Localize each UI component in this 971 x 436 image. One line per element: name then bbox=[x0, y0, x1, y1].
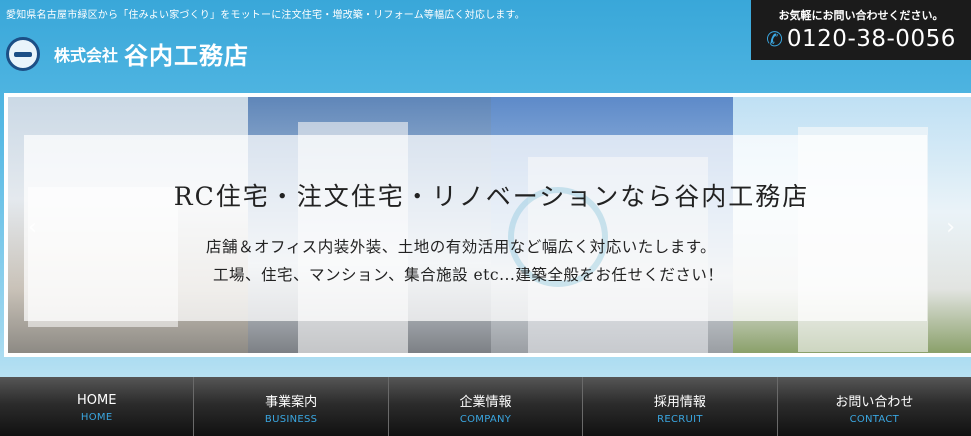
hero-subline-1: 店舗＆オフィス内装外装、土地の有効活用など幅広く対応いたします。 bbox=[206, 238, 717, 256]
company-logo-icon bbox=[6, 36, 40, 71]
slider-prev-icon[interactable]: ‹ bbox=[28, 215, 37, 240]
nav-label-ja: お問い合わせ bbox=[835, 394, 914, 410]
nav-label-ja: 事業案内 bbox=[265, 394, 318, 410]
site-logo[interactable]: 株式会社 谷内工務店 bbox=[6, 36, 249, 71]
contact-box: お気軽にお問い合わせください。 ✆ 0120-38-0056 bbox=[751, 0, 971, 60]
nav-item-home[interactable]: HOME HOME bbox=[0, 377, 195, 436]
nav-label-en: BUSINESS bbox=[264, 413, 318, 425]
nav-label-en: HOME bbox=[80, 411, 113, 423]
hero-subline-2: 工場、住宅、マンション、集合施設 etc...建築全般をお任せください！ bbox=[213, 266, 724, 284]
nav-label-en: CONTACT bbox=[849, 413, 900, 425]
site-tagline: 愛知県名古屋市緑区から「住みよい家づくり」をモットーに注文住宅・増改築・リフォー… bbox=[6, 10, 525, 21]
company-prefix: 株式会社 bbox=[54, 45, 119, 65]
nav-item-company[interactable]: 企業情報 COMPANY bbox=[389, 377, 584, 436]
nav-label-ja: 採用情報 bbox=[653, 394, 706, 410]
nav-item-contact[interactable]: お問い合わせ CONTACT bbox=[778, 377, 971, 436]
phone-number[interactable]: 0120-38-0056 bbox=[787, 26, 956, 52]
main-nav: HOME HOME 事業案内 BUSINESS 企業情報 COMPANY 採用情… bbox=[0, 377, 971, 436]
hero-slider: RC住宅・注文住宅・リノベーションなら谷内工務店 店舗＆オフィス内装外装、土地の… bbox=[4, 93, 971, 357]
company-name: 谷内工務店 bbox=[124, 42, 250, 70]
hero-headline: RC住宅・注文住宅・リノベーションなら谷内工務店 bbox=[173, 182, 810, 211]
nav-item-recruit[interactable]: 採用情報 RECRUIT bbox=[583, 377, 778, 436]
nav-label-ja: HOME bbox=[76, 392, 117, 408]
nav-label-en: RECRUIT bbox=[657, 413, 703, 425]
nav-label-ja: 企業情報 bbox=[459, 394, 512, 410]
phone-icon: ✆ bbox=[766, 27, 783, 51]
contact-label: お気軽にお問い合わせください。 bbox=[778, 9, 944, 22]
nav-item-business[interactable]: 事業案内 BUSINESS bbox=[194, 377, 389, 436]
nav-label-en: COMPANY bbox=[459, 413, 512, 425]
slider-next-icon[interactable]: › bbox=[946, 215, 955, 240]
phone-link[interactable]: ✆ 0120-38-0056 bbox=[751, 26, 971, 52]
hero-text-overlay bbox=[24, 135, 927, 321]
